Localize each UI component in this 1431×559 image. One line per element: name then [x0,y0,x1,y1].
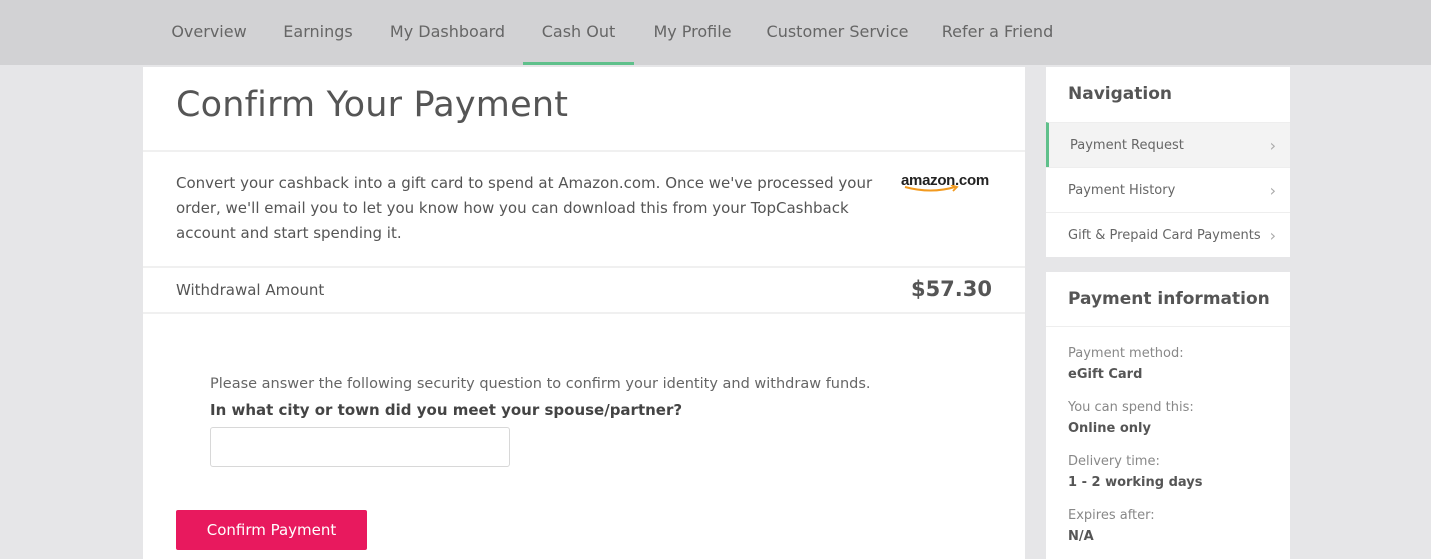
tab-my-profile[interactable]: My Profile [643,0,742,65]
top-nav: Overview Earnings My Dashboard Cash Out … [0,0,1431,65]
divider [1046,326,1290,327]
chevron-right-icon: › [1269,181,1276,200]
gift-card-description: Convert your cashback into a gift card t… [176,174,873,242]
tab-overview[interactable]: Overview [162,0,256,65]
divider [143,312,1025,314]
expires-after-label: Expires after: [1068,508,1155,523]
delivery-time-label: Delivery time: [1068,454,1160,469]
chevron-right-icon: › [1269,136,1276,155]
divider [143,150,1025,152]
sidebar-nav-title: Navigation [1068,84,1172,104]
amazon-logo: amazon.com [901,170,993,194]
withdrawal-amount-value: $57.30 [910,277,992,301]
tab-refer-a-friend[interactable]: Refer a Friend [933,0,1062,65]
amazon-smile-icon [904,185,959,192]
sidebar-item-label: Payment History [1068,183,1176,198]
page-title: Confirm Your Payment [176,85,569,125]
tab-cash-out[interactable]: Cash Out [523,0,634,65]
confirm-payment-panel: Confirm Your Payment Convert your cashba… [143,67,1025,559]
payment-method-label: Payment method: [1068,346,1184,361]
sidebar-item-payment-request[interactable]: Payment Request › [1046,122,1290,167]
tab-customer-service[interactable]: Customer Service [760,0,915,65]
sidebar-item-payment-history[interactable]: Payment History › [1046,167,1290,212]
tab-my-dashboard[interactable]: My Dashboard [381,0,514,65]
security-instructions: Please answer the following security que… [210,376,871,392]
expires-after-value: N/A [1068,529,1094,544]
sidebar-navigation: Navigation Payment Request › Payment His… [1046,67,1290,257]
payment-info-title: Payment information [1068,289,1270,309]
sidebar-item-label: Payment Request [1070,138,1184,153]
payment-method-value: eGift Card [1068,367,1143,382]
payment-information-panel: Payment information Payment method: eGif… [1046,272,1290,559]
sidebar-item-label: Gift & Prepaid Card Payments [1068,228,1261,243]
spend-label: You can spend this: [1068,400,1194,415]
withdrawal-amount-label: Withdrawal Amount [176,281,325,299]
confirm-payment-button[interactable]: Confirm Payment [176,510,367,550]
spend-value: Online only [1068,421,1151,436]
delivery-time-value: 1 - 2 working days [1068,475,1203,490]
divider [143,266,1025,268]
tab-earnings[interactable]: Earnings [274,0,362,65]
chevron-right-icon: › [1269,226,1276,245]
security-answer-input[interactable] [210,427,510,467]
security-question: In what city or town did you meet your s… [210,401,683,419]
sidebar-item-gift-prepaid-card-payments[interactable]: Gift & Prepaid Card Payments › [1046,212,1290,257]
